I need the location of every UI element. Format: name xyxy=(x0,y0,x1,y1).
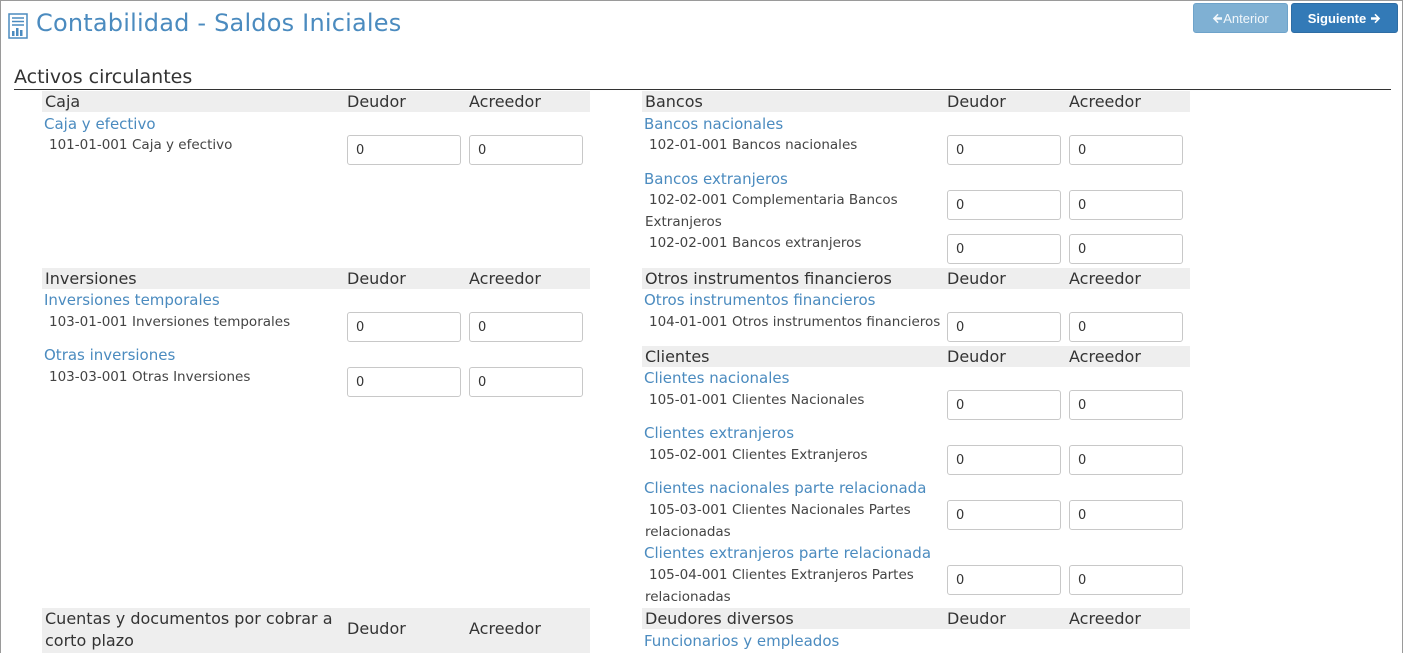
account-name: Inversiones temporales xyxy=(132,314,291,330)
account-name: Bancos extranjeros xyxy=(732,235,862,251)
account-name: Otros instrumentos financieros xyxy=(732,314,941,330)
account-name: Otras Inversiones xyxy=(132,369,251,385)
debit-input[interactable] xyxy=(947,312,1061,342)
column-header-debit: Deudor xyxy=(347,269,406,288)
column-header-credit: Acreedor xyxy=(469,92,541,111)
column-header-credit: Acreedor xyxy=(1069,347,1141,366)
subgroup-title: Funcionarios y empleados xyxy=(644,632,840,650)
debit-input[interactable] xyxy=(947,234,1061,264)
group-header: Clientes Deudor Acreedor xyxy=(642,346,1190,367)
column-header-debit: Deudor xyxy=(347,619,406,638)
account-code: 103-01-001 xyxy=(49,314,128,330)
account-code: 102-02-001 xyxy=(649,235,728,251)
debit-input[interactable] xyxy=(347,367,461,397)
credit-input[interactable] xyxy=(1069,390,1183,420)
credit-input[interactable] xyxy=(1069,445,1183,475)
next-button[interactable]: Siguiente xyxy=(1291,3,1398,33)
column-header-debit: Deudor xyxy=(947,269,1006,288)
subgroup-title: Clientes nacionales xyxy=(644,369,790,387)
debit-input[interactable] xyxy=(947,500,1061,530)
subgroup-title: Bancos extranjeros xyxy=(644,170,788,188)
subgroup-title: Clientes extranjeros parte relacionada xyxy=(644,544,932,562)
arrow-left-icon xyxy=(1213,13,1223,23)
credit-input[interactable] xyxy=(1069,234,1183,264)
group-header: Inversiones Deudor Acreedor xyxy=(42,268,590,289)
account-name: Complementaria Bancos Extranjeros xyxy=(645,192,898,230)
credit-input[interactable] xyxy=(1069,190,1183,220)
column-header-debit: Deudor xyxy=(347,92,406,111)
arrow-right-icon xyxy=(1371,13,1381,23)
report-icon xyxy=(8,13,28,39)
group-header: Cuentas y documentos por cobrar a corto … xyxy=(42,608,590,653)
column-header-credit: Acreedor xyxy=(469,619,541,638)
credit-input[interactable] xyxy=(1069,135,1183,165)
group-name: Clientes xyxy=(645,347,710,366)
debit-input[interactable] xyxy=(947,565,1061,595)
subgroup-title: Otros instrumentos financieros xyxy=(644,291,876,309)
subgroup-title: Clientes extranjeros xyxy=(644,424,795,442)
debit-input[interactable] xyxy=(947,445,1061,475)
debit-input[interactable] xyxy=(347,135,461,165)
section-title: Activos circulantes xyxy=(14,66,193,88)
credit-input[interactable] xyxy=(1069,312,1183,342)
account-code: 102-01-001 xyxy=(649,137,728,153)
group-name: Deudores diversos xyxy=(645,609,794,628)
credit-input[interactable] xyxy=(1069,500,1183,530)
account-name: Clientes Nacionales xyxy=(732,392,865,408)
previous-button-label: Anterior xyxy=(1223,10,1269,26)
subgroup-title: Inversiones temporales xyxy=(44,291,220,309)
debit-input[interactable] xyxy=(947,135,1061,165)
column-header-debit: Deudor xyxy=(947,347,1006,366)
group-header: Otros instrumentos financieros Deudor Ac… xyxy=(642,268,1190,289)
column-header-debit: Deudor xyxy=(947,609,1006,628)
credit-input[interactable] xyxy=(469,312,583,342)
group-header: Deudores diversos Deudor Acreedor xyxy=(642,608,1190,629)
previous-button[interactable]: Anterior xyxy=(1193,3,1288,33)
next-button-label: Siguiente xyxy=(1307,10,1367,26)
group-name: Inversiones xyxy=(45,269,137,288)
account-code: 101-01-001 xyxy=(49,137,128,153)
subgroup-title: Caja y efectivo xyxy=(44,115,156,133)
page-title: Contabilidad - Saldos Iniciales xyxy=(36,9,402,37)
subgroup-title: Clientes nacionales parte relacionada xyxy=(644,479,927,497)
debit-input[interactable] xyxy=(347,312,461,342)
account-name: Caja y efectivo xyxy=(132,137,233,153)
account-code: 105-01-001 xyxy=(649,392,728,408)
column-header-credit: Acreedor xyxy=(1069,269,1141,288)
column-header-credit: Acreedor xyxy=(469,269,541,288)
subgroup-title: Otras inversiones xyxy=(44,346,176,364)
account-code: 104-01-001 xyxy=(649,314,728,330)
group-header: Bancos Deudor Acreedor xyxy=(642,91,1190,112)
group-name: Cuentas y documentos por cobrar a corto … xyxy=(45,609,333,650)
group-name: Caja xyxy=(45,92,81,111)
account-name: Clientes Extranjeros Partes relacionadas xyxy=(645,567,914,605)
column-header-debit: Deudor xyxy=(947,92,1006,111)
account-name: Clientes Extranjeros xyxy=(732,447,868,463)
account-code: 103-03-001 xyxy=(49,369,128,385)
debit-input[interactable] xyxy=(947,190,1061,220)
account-name: Bancos nacionales xyxy=(732,137,858,153)
group-name: Bancos xyxy=(645,92,703,111)
section-divider xyxy=(14,89,1391,90)
credit-input[interactable] xyxy=(469,135,583,165)
column-header-credit: Acreedor xyxy=(1069,92,1141,111)
debit-input[interactable] xyxy=(947,390,1061,420)
group-header: Caja Deudor Acreedor xyxy=(42,91,590,112)
column-header-credit: Acreedor xyxy=(1069,609,1141,628)
account-name: Clientes Nacionales Partes relacionadas xyxy=(645,502,911,540)
credit-input[interactable] xyxy=(469,367,583,397)
account-code: 105-02-001 xyxy=(649,447,728,463)
group-name: Otros instrumentos financieros xyxy=(645,269,892,288)
credit-input[interactable] xyxy=(1069,565,1183,595)
subgroup-title: Bancos nacionales xyxy=(644,115,784,133)
